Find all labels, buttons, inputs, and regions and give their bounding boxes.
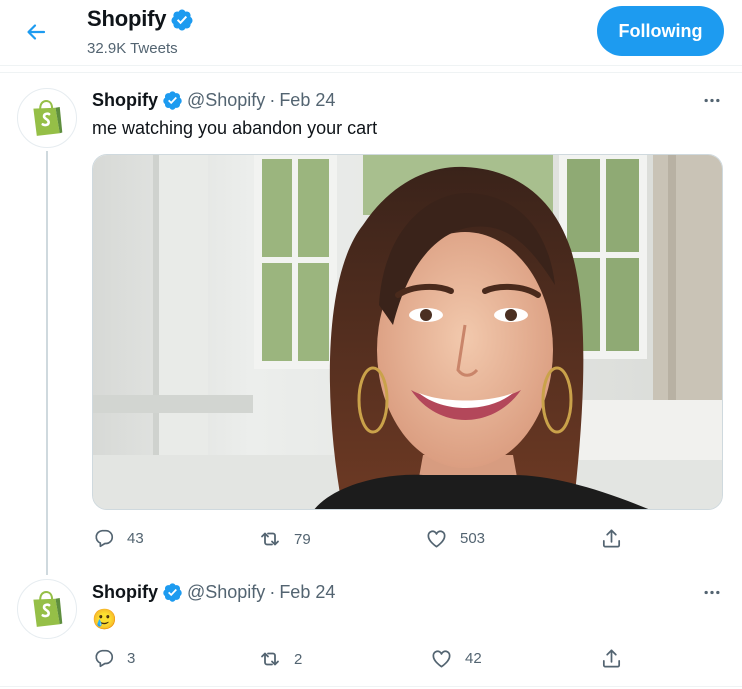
tweet-text: me watching you abandon your cart bbox=[92, 118, 378, 138]
separator-dot: · bbox=[269, 582, 276, 602]
retweet-button[interactable]: 79 bbox=[258, 527, 311, 551]
shopify-logo-icon bbox=[30, 99, 64, 137]
reply-icon bbox=[93, 647, 115, 669]
like-button[interactable]: 42 bbox=[430, 647, 482, 670]
avatar[interactable] bbox=[17, 88, 77, 148]
back-button[interactable] bbox=[18, 14, 54, 50]
header-title: Shopify bbox=[87, 6, 194, 32]
heart-icon bbox=[430, 647, 453, 670]
share-button[interactable] bbox=[600, 527, 623, 550]
reply-button[interactable]: 3 bbox=[93, 647, 135, 669]
tweet-header: Shopify @Shopify · Feb 24 bbox=[92, 90, 335, 111]
retweet-icon bbox=[258, 527, 282, 551]
thread-connector-line bbox=[46, 151, 48, 575]
divider bbox=[0, 72, 742, 73]
reply-icon bbox=[93, 527, 115, 549]
video-still-illustration bbox=[93, 155, 722, 509]
retweet-count: 79 bbox=[294, 530, 311, 548]
tweet-date[interactable]: Feb 24 bbox=[279, 90, 335, 111]
following-button[interactable]: Following bbox=[597, 6, 724, 56]
reply-count: 3 bbox=[127, 649, 136, 667]
separator-dot: · bbox=[269, 90, 276, 110]
tweet-count: 32.9K Tweets bbox=[87, 40, 178, 57]
like-button[interactable]: 503 bbox=[425, 527, 485, 550]
verified-badge-icon bbox=[162, 90, 183, 111]
tweet-text: 🥲 bbox=[92, 609, 117, 631]
more-icon bbox=[702, 589, 722, 596]
tweet-media-image[interactable] bbox=[92, 154, 723, 510]
shopify-logo-icon bbox=[30, 590, 64, 628]
verified-badge-icon bbox=[170, 8, 194, 32]
retweet-count: 2 bbox=[294, 650, 303, 668]
more-icon bbox=[702, 97, 722, 104]
author-handle[interactable]: @Shopify bbox=[187, 90, 265, 111]
like-count: 42 bbox=[465, 650, 482, 667]
back-arrow-icon bbox=[27, 24, 46, 40]
tweet-date[interactable]: Feb 24 bbox=[279, 582, 335, 603]
reply-count: 43 bbox=[127, 529, 144, 547]
reply-button[interactable]: 43 bbox=[93, 527, 144, 549]
like-count: 503 bbox=[460, 530, 486, 547]
avatar[interactable] bbox=[17, 579, 77, 639]
verified-badge-icon bbox=[162, 582, 183, 603]
tweet-header: Shopify @Shopify · Feb 24 bbox=[92, 582, 335, 603]
share-button[interactable] bbox=[600, 647, 623, 670]
profile-header: Shopify 32.9K Tweets Following bbox=[0, 0, 742, 66]
share-icon bbox=[600, 527, 623, 550]
heart-icon bbox=[425, 527, 448, 550]
profile-name: Shopify bbox=[87, 6, 167, 31]
author-handle[interactable]: @Shopify bbox=[187, 582, 265, 603]
more-options-button[interactable] bbox=[700, 90, 724, 110]
author-name[interactable]: Shopify bbox=[92, 582, 158, 603]
author-name[interactable]: Shopify bbox=[92, 90, 158, 111]
share-icon bbox=[600, 647, 623, 670]
retweet-button[interactable]: 2 bbox=[258, 647, 302, 671]
retweet-icon bbox=[258, 647, 282, 671]
divider bbox=[0, 686, 742, 687]
more-options-button[interactable] bbox=[700, 582, 724, 602]
